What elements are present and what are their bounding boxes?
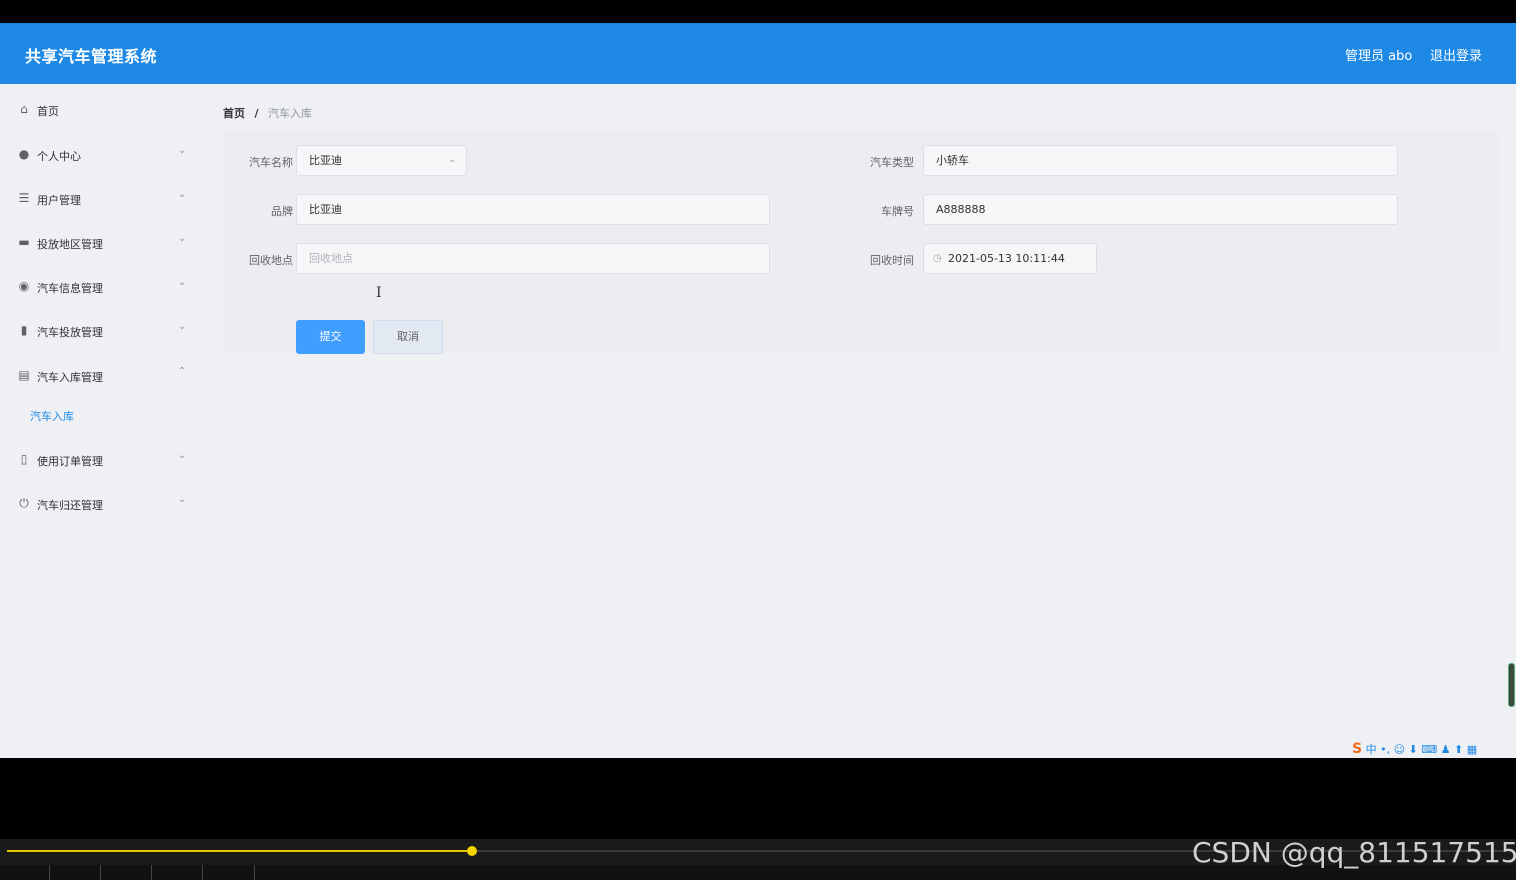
brand-field[interactable]: 比亚迪: [296, 194, 770, 225]
sogou-logo-icon: S: [1352, 741, 1363, 757]
app-window: 共享汽车管理系统 管理员 abo 退出登录 ⌂ 首页 ● 个人中心 ⌄ ☰ 用户…: [0, 23, 1516, 758]
recycle-place-field[interactable]: 回收地点: [296, 243, 770, 274]
car-name-label: 汽车名称: [249, 156, 293, 169]
seek-bar-progress: [7, 850, 472, 852]
chevron-down-icon: ⌄: [448, 155, 456, 165]
chevron-up-icon: ⌃: [178, 366, 187, 377]
breadcrumb-separator: /: [254, 107, 259, 120]
chevron-down-icon: ⌄: [178, 277, 187, 288]
car-storage-form: 汽车名称 比亚迪 ⌄ 汽车类型 小轿车 品牌 比亚迪 车牌号 A888888 回…: [223, 131, 1498, 354]
chevron-down-icon: ⌄: [178, 321, 187, 332]
sidebar-item-label: 投放地区管理: [37, 238, 103, 251]
sidebar-item-order-management[interactable]: ▯ 使用订单管理 ⌄: [0, 440, 203, 476]
location-icon: ◉: [18, 279, 30, 293]
scrollbar-thumb[interactable]: [1508, 663, 1515, 707]
sidebar-item-car-storage-management[interactable]: ▤ 汽车入库管理 ⌃: [0, 356, 203, 392]
submenu-item-label: 汽车入库: [30, 410, 74, 423]
main-content: 首页 / 汽车入库 汽车名称 比亚迪 ⌄ 汽车类型 小轿车 品牌 比亚迪 车牌号…: [203, 84, 1516, 758]
car-type-field[interactable]: 小轿车: [923, 145, 1398, 176]
logout-link[interactable]: 退出登录: [1430, 45, 1482, 64]
sidebar-item-label: 使用订单管理: [37, 455, 103, 468]
brand-label: 品牌: [271, 205, 293, 218]
sidebar-item-label: 汽车投放管理: [37, 326, 103, 339]
car-name-value: 比亚迪: [309, 154, 342, 167]
sidebar-item-label: 用户管理: [37, 194, 81, 207]
user-icon: ●: [18, 147, 30, 161]
thumbnail[interactable]: [0, 865, 50, 880]
sidebar-item-region-management[interactable]: ▬ 投放地区管理 ⌄: [0, 223, 203, 259]
sidebar-item-label: 汽车归还管理: [37, 499, 103, 512]
thumbnail[interactable]: [152, 865, 203, 880]
recycle-time-label: 回收时间: [870, 254, 914, 267]
power-icon: ⏻: [19, 496, 29, 510]
car-type-label: 汽车类型: [870, 156, 914, 169]
top-header: 共享汽车管理系统 管理员 abo 退出登录: [0, 23, 1516, 84]
sidebar-item-car-info-management[interactable]: ◉ 汽车信息管理 ⌄: [0, 267, 203, 303]
chevron-down-icon: ⌄: [178, 233, 187, 244]
current-user: 管理员 abo: [1345, 49, 1413, 64]
chevron-down-icon: ⌄: [178, 450, 187, 461]
plate-field[interactable]: A888888: [923, 194, 1398, 225]
sidebar-item-label: 个人中心: [37, 150, 81, 163]
car-name-select[interactable]: 比亚迪 ⌄: [296, 145, 467, 176]
cancel-button[interactable]: 取消: [373, 320, 443, 354]
chevron-down-icon: ⌄: [178, 494, 187, 505]
recycle-place-label: 回收地点: [249, 254, 293, 267]
app-title: 共享汽车管理系统: [25, 47, 158, 66]
csdn-watermark: CSDN @qq_811517515: [1192, 836, 1516, 869]
recycle-time-value: 2021-05-13 10:11:44: [948, 252, 1065, 265]
home-icon: ⌂: [20, 102, 28, 116]
chevron-down-icon: ⌄: [178, 189, 187, 200]
breadcrumb-home[interactable]: 首页: [223, 107, 245, 120]
bar-chart-icon: ▮: [20, 323, 28, 337]
breadcrumb: 首页 / 汽车入库: [223, 105, 312, 121]
sidebar-item-car-return-management[interactable]: ⏻ 汽车归还管理 ⌄: [0, 484, 203, 520]
breadcrumb-current: 汽车入库: [268, 107, 313, 120]
sidebar-item-label: 汽车信息管理: [37, 282, 103, 295]
monitor-icon: ▬: [18, 235, 30, 249]
sidebar-item-car-deploy-management[interactable]: ▮ 汽车投放管理 ⌄: [0, 311, 203, 347]
sidebar-item-home[interactable]: ⌂ 首页: [0, 90, 203, 126]
list-icon: ☰: [18, 191, 30, 205]
sidebar-item-personal-center[interactable]: ● 个人中心 ⌄: [0, 135, 203, 171]
submit-button[interactable]: 提交: [296, 320, 365, 354]
ime-status: 中 •, ☺ ⬇ ⌨ ♟ ⬆ ▦: [1365, 743, 1478, 756]
plate-label: 车牌号: [881, 205, 914, 218]
sidebar-item-label: 汽车入库管理: [37, 371, 103, 384]
phone-icon: ▯: [20, 452, 28, 466]
submenu-item-car-storage[interactable]: 汽车入库: [0, 399, 203, 429]
chevron-down-icon: ⌄: [178, 145, 187, 156]
clock-icon: ◷: [933, 253, 942, 264]
ime-toolbar[interactable]: S 中 •, ☺ ⬇ ⌨ ♟ ⬆ ▦: [1352, 741, 1477, 758]
seek-bar-knob[interactable]: [467, 846, 477, 856]
recycle-time-picker[interactable]: ◷ 2021-05-13 10:11:44: [923, 243, 1097, 274]
sidebar-item-label: 首页: [37, 105, 59, 118]
clipboard-icon: ▤: [18, 368, 30, 382]
sidebar: ⌂ 首页 ● 个人中心 ⌄ ☰ 用户管理 ⌄ ▬ 投放地区管理 ⌄ ◉ 汽车信息…: [0, 84, 203, 758]
thumbnail[interactable]: [101, 865, 152, 880]
thumbnail[interactable]: [50, 865, 101, 880]
text-cursor-icon: I: [376, 285, 382, 301]
thumbnail[interactable]: [203, 865, 255, 880]
sidebar-item-user-management[interactable]: ☰ 用户管理 ⌄: [0, 179, 203, 215]
